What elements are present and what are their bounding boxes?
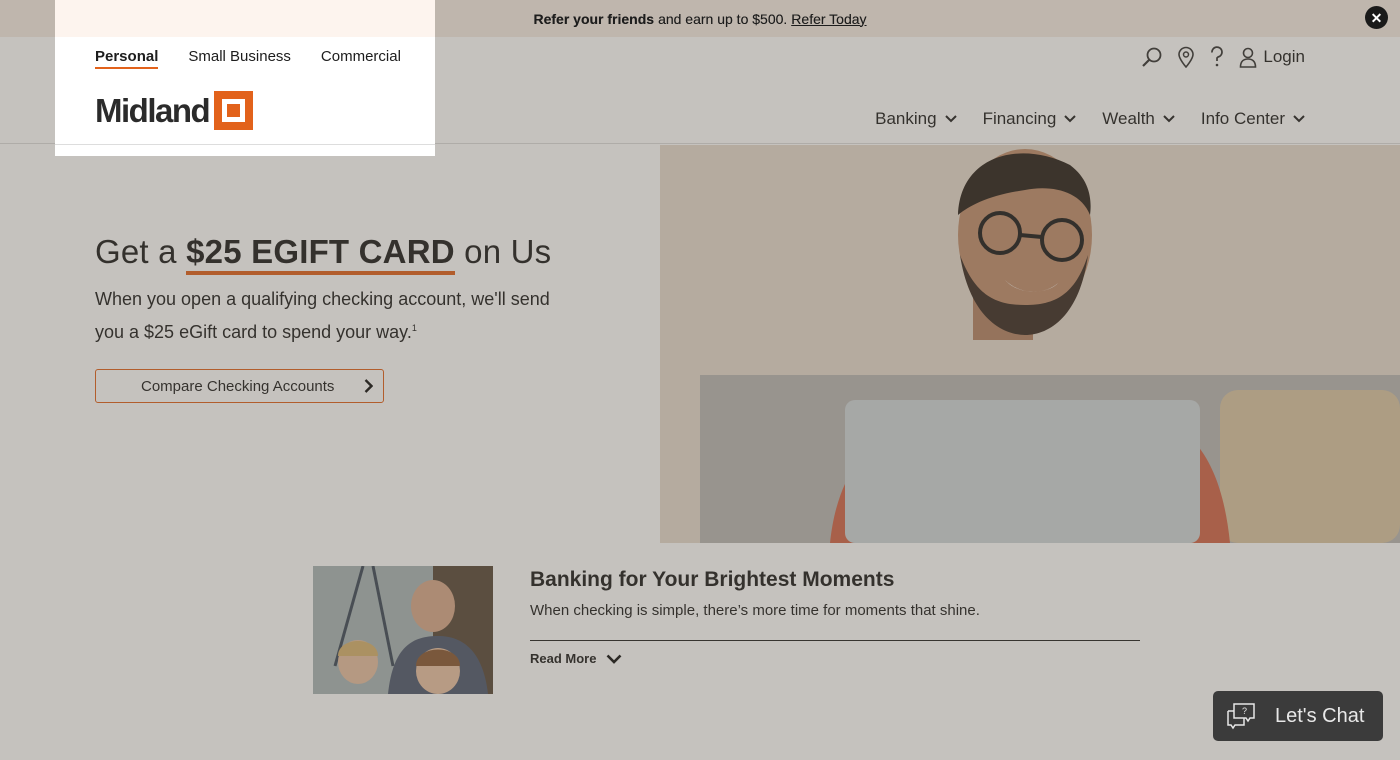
hero-photo — [660, 145, 1400, 543]
hero-footnote-marker[interactable]: 1 — [412, 323, 417, 333]
user-icon — [1239, 46, 1257, 68]
read-more-toggle[interactable]: Read More — [530, 651, 1140, 666]
nav-info-center[interactable]: Info Center — [1201, 109, 1305, 129]
header-divider — [55, 144, 435, 145]
refer-today-link[interactable]: Refer Today — [791, 11, 866, 27]
chevron-right-icon — [364, 379, 373, 393]
close-icon: ✕ — [1370, 9, 1383, 26]
hero-title: Get a $25 EGIFT CARD on Us — [95, 233, 595, 275]
hero-title-post: on Us — [464, 233, 552, 270]
divider — [530, 640, 1140, 641]
feature-story: Banking for Your Brightest Moments When … — [0, 543, 1400, 694]
promo-text: and earn up to $500. — [658, 10, 788, 27]
family-swing-photo — [313, 566, 493, 694]
promo-bold-text: Refer your friends — [533, 10, 655, 27]
tab-commercial[interactable]: Commercial — [321, 48, 401, 69]
chevron-down-icon — [1293, 115, 1305, 123]
hero-copy: Get a $25 EGIFT CARD on Us When you open… — [95, 233, 595, 403]
nav-wealth[interactable]: Wealth — [1102, 109, 1175, 129]
chat-label: Let's Chat — [1275, 704, 1365, 727]
midland-logo[interactable]: Midland — [95, 91, 254, 130]
story-text: When checking is simple, there’s more ti… — [530, 602, 980, 619]
chevron-down-icon — [944, 115, 957, 123]
close-promo-button[interactable]: ✕ — [1365, 6, 1388, 29]
login-link[interactable]: Login — [1239, 46, 1305, 68]
hero-title-pre: Get a — [95, 233, 177, 270]
hero-section: Get a $25 EGIFT CARD on Us When you open… — [0, 145, 1400, 543]
nav-banking-label: Banking — [875, 109, 937, 128]
lower-section — [0, 694, 1400, 760]
nav-financing-label: Financing — [982, 109, 1057, 128]
read-more-label: Read More — [530, 651, 597, 666]
hero-body-line1: When you open a qualifying checking acco… — [95, 289, 550, 309]
logo-wordmark: Midland — [95, 91, 211, 129]
chevron-down-icon — [1064, 115, 1076, 123]
chevron-down-icon — [1163, 115, 1175, 123]
lets-chat-button[interactable]: ? Let's Chat — [1213, 691, 1383, 741]
tab-personal[interactable]: Personal — [95, 48, 159, 69]
hero-body-line2: you a $25 eGift card to spend your way. — [95, 322, 412, 342]
svg-text:?: ? — [1242, 706, 1247, 716]
main-nav: Banking Financing Wealth Info Center — [875, 109, 1305, 129]
spotlight-top-band — [55, 0, 435, 37]
chat-bubbles-icon: ? — [1227, 703, 1255, 730]
chevron-down-icon — [607, 654, 622, 664]
nav-wealth-label: Wealth — [1102, 109, 1155, 128]
location-pin-icon[interactable] — [1177, 46, 1195, 68]
utility-nav: Login — [1141, 46, 1305, 68]
search-icon[interactable] — [1141, 46, 1163, 68]
story-copy: Banking for Your Brightest Moments When … — [530, 568, 1140, 666]
hero-description: When you open a qualifying checking acco… — [95, 285, 595, 347]
hero-title-highlight: $25 EGIFT CARD — [186, 233, 455, 275]
segment-spotlight: Personal Small Business Commercial Midla… — [55, 0, 435, 156]
compare-checking-accounts-button[interactable]: Compare Checking Accounts — [95, 369, 384, 403]
story-title: Banking for Your Brightest Moments — [530, 568, 895, 591]
login-label: Login — [1263, 47, 1305, 66]
cta-label: Compare Checking Accounts — [141, 377, 335, 395]
nav-financing[interactable]: Financing — [983, 109, 1077, 129]
segment-tabs-spotlight: Personal Small Business Commercial — [95, 48, 401, 69]
nav-banking[interactable]: Banking — [875, 109, 957, 129]
tab-small-business[interactable]: Small Business — [188, 48, 291, 69]
nav-info-center-label: Info Center — [1200, 109, 1285, 128]
help-question-icon[interactable] — [1209, 46, 1225, 68]
logo-square-icon — [214, 91, 254, 130]
